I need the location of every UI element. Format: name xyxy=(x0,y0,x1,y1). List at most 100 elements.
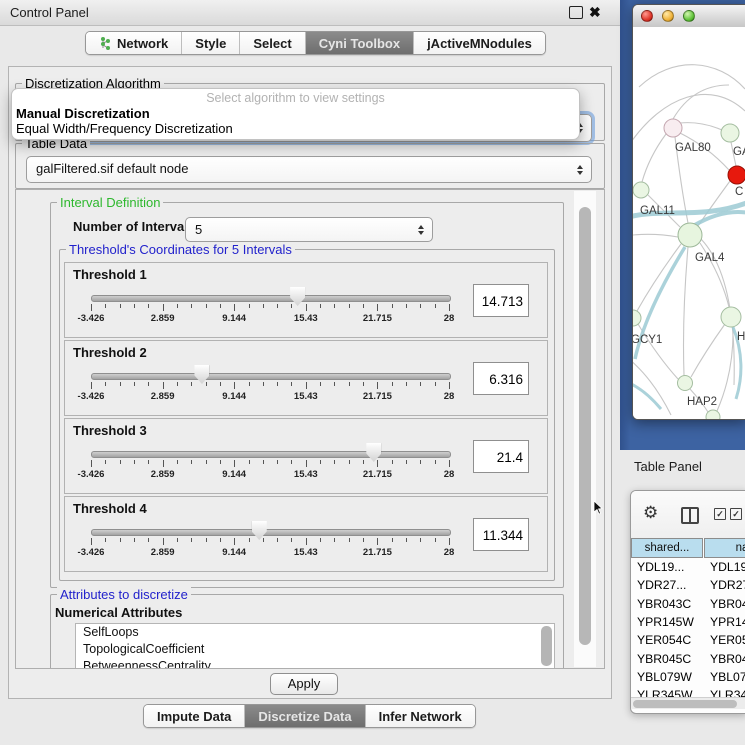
minor-tick xyxy=(349,538,350,542)
cell-shared-name[interactable]: YDL19... xyxy=(631,560,703,574)
minor-tick xyxy=(249,460,250,464)
network-window-titlebar[interactable] xyxy=(633,5,745,28)
table-data-combobox[interactable]: galFiltered.sif default node xyxy=(26,156,592,183)
minor-tick xyxy=(206,304,207,308)
tab-label: Cyni Toolbox xyxy=(319,36,400,51)
cell-shared-name[interactable]: YER054C xyxy=(631,633,703,647)
minor-tick xyxy=(220,460,221,464)
network-edge xyxy=(642,134,666,182)
slider-track[interactable] xyxy=(91,373,451,380)
tab-impute-data[interactable]: Impute Data xyxy=(144,705,244,727)
table-row[interactable]: YER054CYER054C xyxy=(631,631,745,649)
threshold-value-field[interactable]: 6.316 xyxy=(473,362,529,395)
slider-thumb[interactable] xyxy=(366,443,381,462)
network-node[interactable] xyxy=(678,376,693,391)
interval-definition-label: Interval Definition xyxy=(57,195,163,210)
table-row[interactable]: YBR043CYBR043C xyxy=(631,595,745,613)
minor-tick xyxy=(249,538,250,542)
slider-track[interactable] xyxy=(91,529,451,536)
minor-tick xyxy=(435,460,436,464)
cell-name[interactable]: YDR27... xyxy=(703,578,745,592)
horizontal-scrollbar-thumb[interactable] xyxy=(633,700,737,708)
scrollbar-thumb[interactable] xyxy=(579,207,591,645)
table-rows: YDL19...YDL19...YDR27...YDR27...YBR043CY… xyxy=(631,558,745,697)
column-header-name[interactable]: name xyxy=(704,538,745,558)
threshold-value-field[interactable]: 11.344 xyxy=(473,518,529,551)
cell-shared-name[interactable]: YBR045C xyxy=(631,652,703,666)
tick-label: 2.859 xyxy=(151,391,175,402)
horizontal-scrollbar-track[interactable] xyxy=(631,697,745,709)
major-tick xyxy=(449,538,450,545)
network-node[interactable] xyxy=(633,182,649,198)
cell-shared-name[interactable]: YPR145W xyxy=(631,615,703,629)
minor-tick xyxy=(134,538,135,542)
network-node[interactable] xyxy=(721,124,739,142)
cell-shared-name[interactable]: YLR345W xyxy=(631,688,703,697)
zoom-traffic-light[interactable] xyxy=(683,10,695,22)
threshold-label: Threshold 1 xyxy=(73,267,147,282)
slider-track[interactable] xyxy=(91,295,451,302)
minor-tick xyxy=(249,304,250,308)
tab-infer-network[interactable]: Infer Network xyxy=(365,705,475,727)
table-row[interactable]: YPR145WYPR145W xyxy=(631,613,745,631)
threshold-panel-4: Threshold 4-3.4262.8599.14415.4321.71528… xyxy=(64,496,548,572)
slider-track[interactable] xyxy=(91,451,451,458)
table-row[interactable]: YLR345WYLR345W xyxy=(631,686,745,697)
bottom-tab-bar: Impute DataDiscretize DataInfer Network xyxy=(143,704,476,728)
attribute-item[interactable]: SelfLoops xyxy=(76,624,554,641)
table-row[interactable]: YDR27...YDR27... xyxy=(631,576,745,594)
network-canvas[interactable]: GAL80GALCGAL11GAL4GCY1HHAP2 xyxy=(633,27,745,419)
network-node[interactable] xyxy=(706,410,720,419)
network-graph[interactable]: GAL80GALCGAL11GAL4GCY1HHAP2 xyxy=(633,27,745,419)
network-node[interactable] xyxy=(678,223,702,247)
popup-item-equal-width-frequency-discreti[interactable]: Equal Width/Frequency Discretization xyxy=(16,121,233,136)
attribute-item[interactable]: BetweennessCentrality xyxy=(76,658,554,669)
tick-label: -3.426 xyxy=(78,313,105,324)
slider-thumb[interactable] xyxy=(194,365,209,384)
cell-shared-name[interactable]: YDR27... xyxy=(631,578,703,592)
cell-shared-name[interactable]: YBR043C xyxy=(631,597,703,611)
cell-name[interactable]: YBR043C xyxy=(703,597,745,611)
tab-jactivemnodules[interactable]: jActiveMNodules xyxy=(413,32,545,54)
close-traffic-light[interactable] xyxy=(641,10,653,22)
network-node[interactable] xyxy=(721,307,741,327)
tab-cyni-toolbox[interactable]: Cyni Toolbox xyxy=(305,32,413,54)
table-row[interactable]: YDL19...YDL19... xyxy=(631,558,745,576)
threshold-value-field[interactable]: 14.713 xyxy=(473,284,529,317)
attribute-item[interactable]: TopologicalCoefficient xyxy=(76,641,554,658)
tab-network[interactable]: Network xyxy=(86,32,181,54)
popup-item-manual-discretization[interactable]: Manual Discretization xyxy=(16,106,150,121)
minor-tick xyxy=(349,382,350,386)
close-icon[interactable]: ✖ xyxy=(589,4,601,21)
minor-tick xyxy=(148,304,149,308)
network-node[interactable] xyxy=(664,119,682,137)
cell-name[interactable]: YER054C xyxy=(703,633,745,647)
apply-button[interactable]: Apply xyxy=(270,673,338,695)
numerical-attributes-list[interactable]: SelfLoopsTopologicalCoefficientBetweenne… xyxy=(75,623,555,669)
columns-icon[interactable] xyxy=(681,507,699,524)
network-node[interactable] xyxy=(633,310,641,326)
cell-shared-name[interactable]: YBL079W xyxy=(631,670,703,684)
table-row[interactable]: YBR045CYBR045C xyxy=(631,649,745,667)
minimize-traffic-light[interactable] xyxy=(662,10,674,22)
cell-name[interactable]: YBL079W xyxy=(703,670,745,684)
threshold-value-field[interactable]: 21.4 xyxy=(473,440,529,473)
network-node[interactable] xyxy=(728,166,745,184)
cell-name[interactable]: YBR045C xyxy=(703,652,745,666)
tab-discretize-data[interactable]: Discretize Data xyxy=(244,705,364,727)
slider-thumb[interactable] xyxy=(252,521,267,540)
scrollbar-track[interactable] xyxy=(574,191,596,667)
tab-style[interactable]: Style xyxy=(181,32,239,54)
column-header-shared-name[interactable]: shared... xyxy=(631,538,703,558)
checkbox-icon[interactable]: ✓ xyxy=(730,508,742,520)
number-of-intervals-spinner[interactable]: 5 xyxy=(185,217,433,242)
cell-name[interactable]: YLR345W xyxy=(703,688,745,697)
list-scrollbar-thumb[interactable] xyxy=(541,626,552,666)
checkbox-icon[interactable]: ✓ xyxy=(714,508,726,520)
tab-select[interactable]: Select xyxy=(239,32,304,54)
float-window-icon[interactable] xyxy=(569,6,583,19)
gear-icon[interactable]: ⚙ xyxy=(643,504,658,522)
cell-name[interactable]: YDL19... xyxy=(703,560,745,574)
cell-name[interactable]: YPR145W xyxy=(703,615,745,629)
table-row[interactable]: YBL079WYBL079W xyxy=(631,668,745,686)
